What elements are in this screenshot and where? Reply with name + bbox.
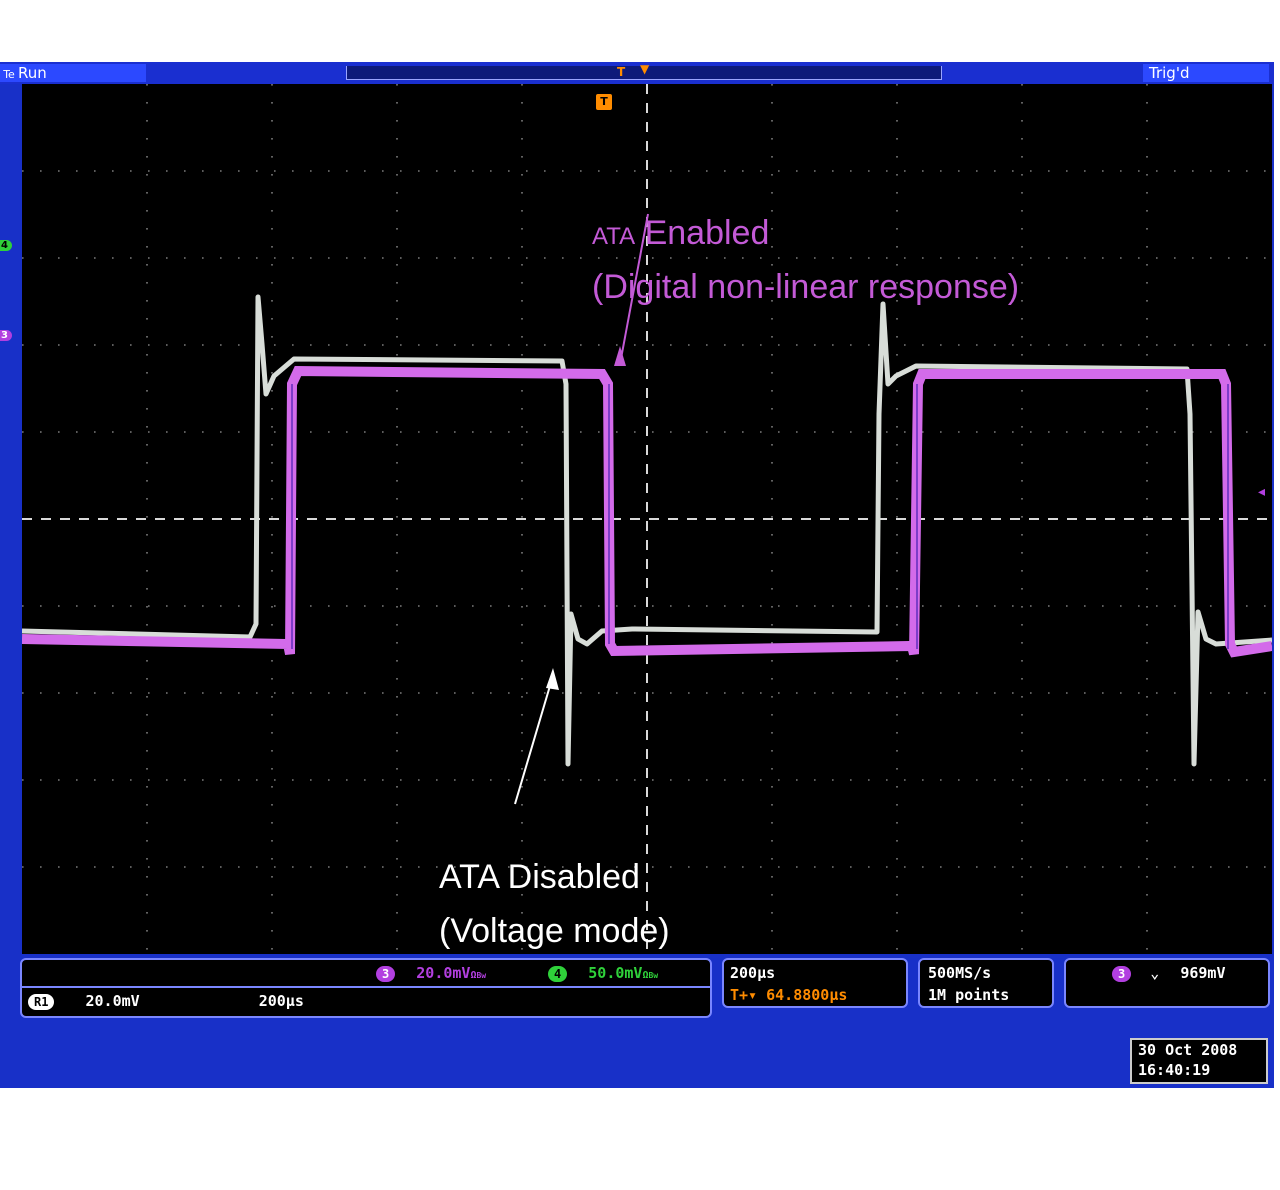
ata-enabled-prefix: ATA: [592, 223, 636, 250]
ata-enabled-label: ATA Enabled: [592, 206, 769, 264]
channel-tag: Te: [3, 68, 15, 81]
oscilloscope-screen: Te Run T ▼ Trig'd T ◂ ATA Enabled (Digit…: [0, 62, 1274, 1088]
ch4-scale: 50.0mV: [588, 964, 643, 982]
trigger-level-marker: ◂: [1258, 484, 1266, 500]
ch3-bw: Bw: [476, 971, 487, 980]
record-trigger-marker: T: [617, 65, 626, 79]
channel-readout[interactable]: 3 20.0mVΩBw 4 50.0mVΩBw R1 20.0mV 200μs: [20, 958, 712, 1018]
trigger-slope-icon: ⌄: [1150, 964, 1160, 982]
waveform-display[interactable]: T ◂ ATA Enabled (Digital non-linear resp…: [22, 84, 1272, 954]
horizontal-delay-prefix: T+▾: [730, 986, 758, 1004]
timestamp-time: 16:40:19: [1138, 1061, 1211, 1079]
ch4-badge: 4: [548, 966, 568, 982]
ch3-scale: 20.0mV: [416, 964, 471, 982]
acquisition-status[interactable]: Te Run: [0, 64, 146, 82]
ata-enabled-edges: [291, 384, 1229, 649]
acquisition-readout[interactable]: 500MS/s 1M points: [918, 958, 1054, 1008]
ref-timebase: 200μs: [258, 992, 304, 1010]
ref-badge: R1: [28, 994, 55, 1010]
ata-disabled-subtitle: (Voltage mode): [439, 912, 670, 950]
record-position-icon: ▼: [640, 62, 650, 76]
ata-enabled-subtitle: (Digital non-linear response): [592, 268, 1020, 306]
ref-scale: 20.0mV: [85, 992, 140, 1010]
ch4-bw: Bw: [648, 971, 659, 980]
ch4-readout[interactable]: 4 50.0mVΩBw: [548, 964, 658, 982]
arrow-head-enabled: [614, 346, 626, 366]
ata-enabled-title: Enabled: [635, 214, 770, 252]
trigger-source-badge: 3: [1112, 966, 1132, 982]
trigger-level: 969mV: [1180, 964, 1226, 982]
ch3-readout[interactable]: 3 20.0mVΩBw: [376, 964, 486, 982]
ch3-badge: 3: [376, 966, 396, 982]
arrow-head-disabled: [546, 668, 559, 690]
ch4-ground-marker[interactable]: 4: [0, 240, 12, 251]
timestamp: 30 Oct 2008 16:40:19: [1130, 1038, 1268, 1084]
horizontal-readout[interactable]: 200μs T+▾ 64.8800μs: [722, 958, 908, 1008]
sample-rate: 500MS/s: [928, 964, 992, 982]
trigger-readout[interactable]: 3 ⌄ 969mV: [1064, 958, 1270, 1008]
status-bar: Te Run T ▼ Trig'd: [0, 62, 1274, 84]
ref-readout[interactable]: R1 20.0mV 200μs: [28, 992, 304, 1010]
trigger-point-marker: T: [596, 94, 612, 110]
horizontal-scale: 200μs: [730, 964, 776, 982]
record-length: 1M points: [928, 986, 1010, 1004]
ch3-ground-marker[interactable]: 3: [0, 330, 12, 341]
horizontal-delay: 64.8800μs: [766, 986, 848, 1004]
ata-disabled-title: ATA Disabled: [439, 858, 640, 896]
timestamp-date: 30 Oct 2008: [1138, 1041, 1238, 1059]
run-label: Run: [18, 64, 47, 82]
trigger-status: Trig'd: [1143, 64, 1269, 82]
